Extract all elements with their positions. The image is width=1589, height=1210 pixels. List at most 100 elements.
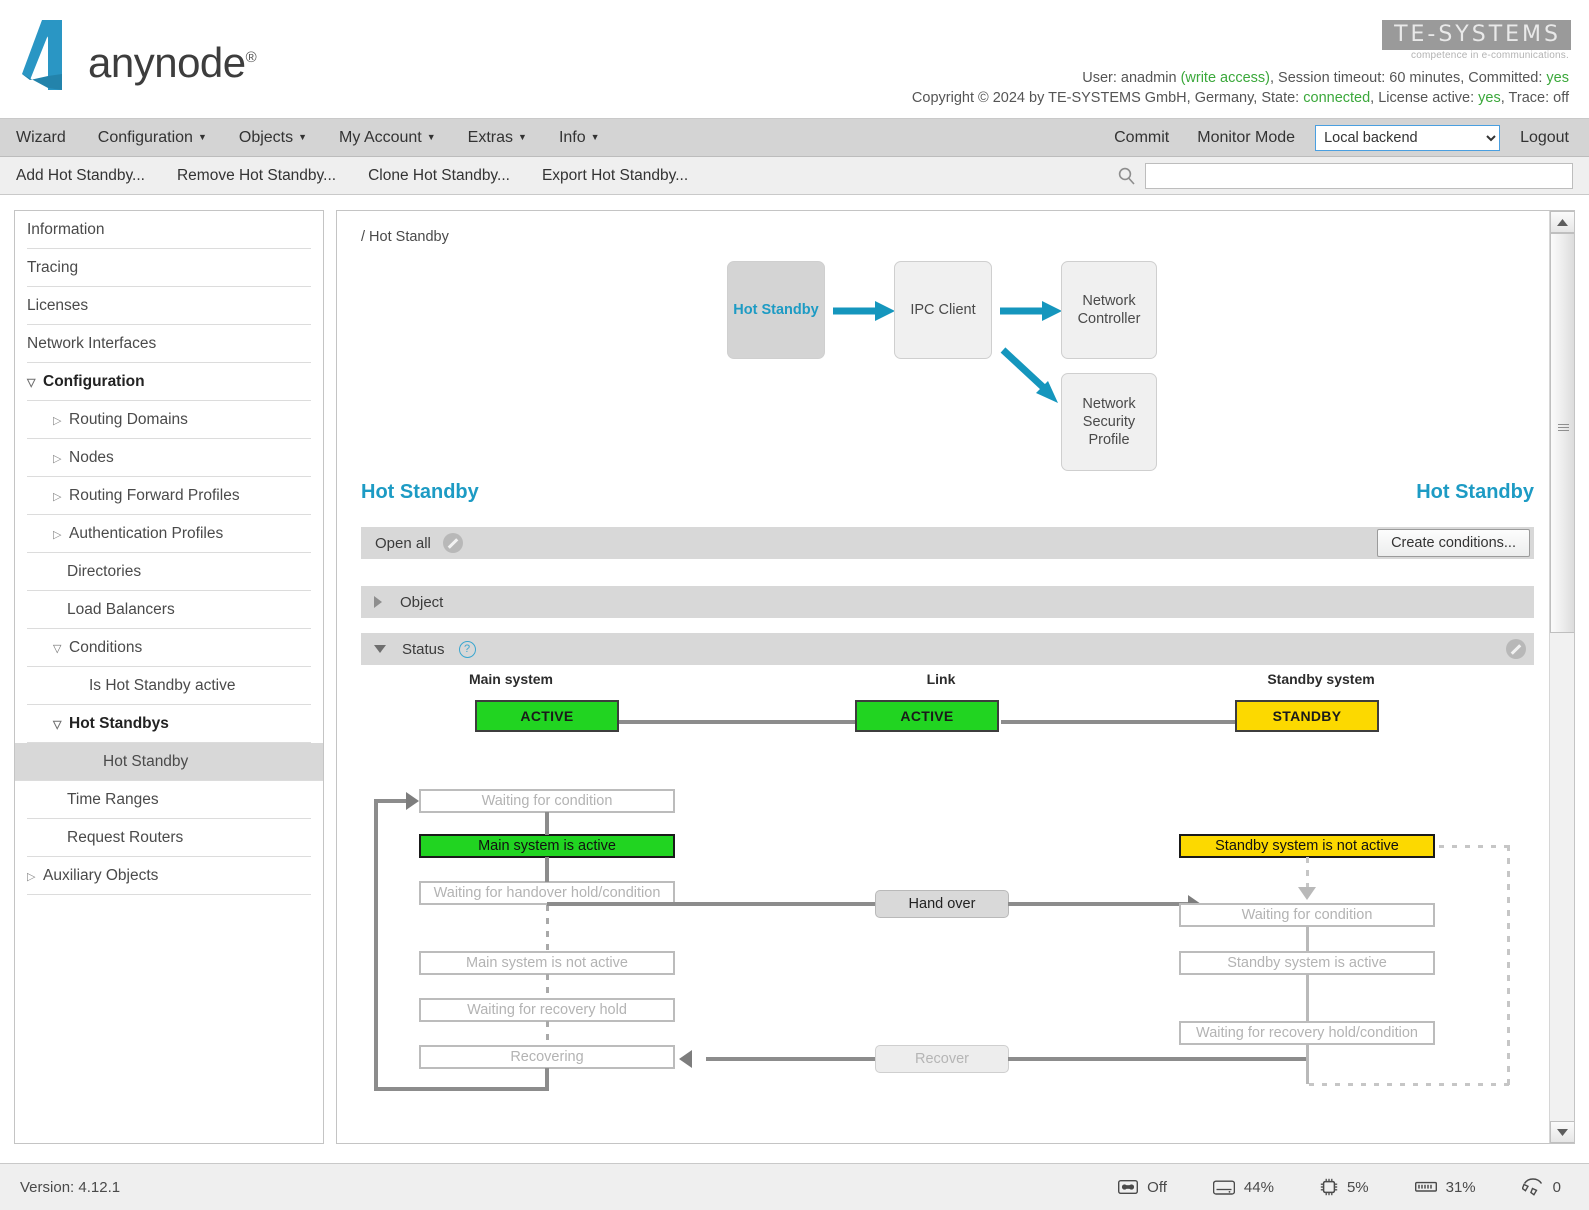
brand-registered: ® [245,49,257,66]
chain-box-label: Network Controller [1077,292,1141,327]
sidebar-item-directories[interactable]: Directories [27,553,311,591]
menu-item-extras[interactable]: Extras ▼ [452,118,543,157]
status-box-main: ACTIVE [475,700,619,732]
sidebar-item-tracing[interactable]: Tracing [27,249,311,287]
twisty-closed-icon[interactable]: ▷ [27,858,43,896]
license-value: yes [1478,90,1501,106]
copyright-prefix: Copyright © 2024 by TE-SYSTEMS GmbH, Ger… [911,90,1304,106]
anynode-wordmark: anynode® [88,39,257,86]
sidebar-item-time-ranges[interactable]: Time Ranges [27,781,311,819]
object-chain-diagram: Hot Standby IPC Client Network Controlle… [337,249,1548,479]
main-panel-scrollbar[interactable] [1549,211,1574,1143]
sidebar-item-auxiliary-objects[interactable]: ▷ Auxiliary Objects [27,857,311,895]
loopback-horizontal-top [374,799,408,803]
twisty-closed-icon[interactable] [374,596,382,608]
sidebar-item-conditions[interactable]: ▽ Conditions [27,629,311,667]
export-hot-standby-button[interactable]: Export Hot Standby... [526,157,704,195]
arrow-right-icon [833,301,895,321]
search-icon[interactable] [1117,166,1137,186]
add-hot-standby-button[interactable]: Add Hot Standby... [0,157,161,195]
main-content-scroll-viewport: / Hot Standby Hot Standby IPC Client Net… [337,211,1548,1143]
state-link-vertical [1306,1044,1309,1084]
section-header-object[interactable]: Object [361,586,1534,618]
twisty-open-icon[interactable]: ▽ [53,706,69,744]
app-header: anynode® TE-SYSTEMS competence in e-comm… [0,0,1589,119]
no-edit-icon[interactable] [442,533,463,553]
sidebar-item-label: Routing Domains [69,411,188,428]
chain-box-ipc-client[interactable]: IPC Client [894,261,992,359]
loopback-vertical-left [374,800,378,1090]
chain-box-hot-standby[interactable]: Hot Standby [727,261,825,359]
twisty-closed-icon[interactable]: ▷ [53,440,69,478]
commit-button[interactable]: Commit [1100,119,1183,157]
section-label-object: Object [400,593,444,611]
menu-item-configuration[interactable]: Configuration ▼ [82,118,223,157]
chevron-down-icon: ▼ [590,132,600,142]
twisty-open-icon[interactable]: ▽ [27,364,43,402]
sidebar-item-is-hot-standby-active[interactable]: Is Hot Standby active [27,667,311,705]
main-content-panel: / Hot Standby Hot Standby IPC Client Net… [336,210,1575,1144]
menu-item-wizard[interactable]: Wizard [0,119,82,157]
menu-item-objects[interactable]: Objects ▼ [223,118,323,157]
scroll-down-button[interactable] [1550,1121,1574,1143]
menu-item-info[interactable]: Info ▼ [543,118,616,157]
stat-cpu: 5% [1320,1178,1369,1196]
state-box-standby-waiting-recovery: Waiting for recovery hold/condition [1179,1021,1435,1045]
status-box-link: ACTIVE [855,700,999,732]
session-info-line: User: anadmin (write access), Session ti… [1082,70,1569,86]
sidebar-item-request-routers[interactable]: Request Routers [27,819,311,857]
handover-line-left [547,902,877,906]
sidebar-item-nodes[interactable]: ▷ Nodes [27,439,311,477]
scroll-up-button[interactable] [1550,211,1574,233]
chain-box-network-security-profile[interactable]: Network Security Profile [1061,373,1157,471]
sidebar-item-routing-forward-profiles[interactable]: ▷ Routing Forward Profiles [27,477,311,515]
sidebar-item-label: Auxiliary Objects [43,867,159,884]
sidebar-item-label: Conditions [69,639,143,656]
sidebar-item-configuration[interactable]: ▽ Configuration [27,363,311,401]
sidebar-item-hot-standby[interactable]: Hot Standby [15,743,323,781]
standby-loop-dotted-right [1507,845,1510,1085]
sidebar-item-licenses[interactable]: Licenses [27,287,311,325]
menu-label: Extras [467,129,514,146]
sidebar-item-label: Hot Standbys [69,715,169,732]
sidebar-item-load-balancers[interactable]: Load Balancers [27,591,311,629]
menu-item-my-account[interactable]: My Account ▼ [323,118,452,157]
sidebar-item-network-interfaces[interactable]: Network Interfaces [27,325,311,363]
sidebar-item-hot-standbys[interactable]: ▽ Hot Standbys [27,705,311,743]
twisty-open-icon[interactable] [374,645,386,653]
remove-hot-standby-button[interactable]: Remove Hot Standby... [161,157,352,195]
version-value: 4.12.1 [78,1178,121,1196]
transition-box-recover: Recover [875,1045,1009,1073]
stat-value: Off [1147,1178,1167,1196]
sidebar-item-authentication-profiles[interactable]: ▷ Authentication Profiles [27,515,311,553]
twisty-closed-icon[interactable]: ▷ [53,402,69,440]
sidebar-item-routing-domains[interactable]: ▷ Routing Domains [27,401,311,439]
twisty-closed-icon[interactable]: ▷ [53,516,69,554]
action-toolbar: Add Hot Standby... Remove Hot Standby...… [0,157,1589,195]
chain-box-network-controller[interactable]: Network Controller [1061,261,1157,359]
backend-select[interactable]: Local backend [1315,125,1501,151]
menu-label: Configuration [97,129,193,146]
twisty-open-icon[interactable]: ▽ [53,630,69,668]
state-box-main-recovering: Recovering [419,1045,675,1069]
brand-product: anynode [88,39,246,86]
chain-box-label: Network Security Profile [1082,395,1136,449]
search-input[interactable] [1145,163,1573,189]
open-all-label[interactable]: Open all [375,535,431,552]
ram-icon [1414,1181,1437,1192]
state-value: connected [1303,90,1371,106]
state-link-dotted [546,1021,549,1045]
create-conditions-button[interactable]: Create conditions... [1377,529,1530,557]
state-box-main-waiting-condition: Waiting for condition [419,789,675,813]
sidebar-item-label: Licenses [27,297,89,314]
twisty-closed-icon[interactable]: ▷ [53,478,69,516]
scrollbar-thumb[interactable] [1550,233,1574,633]
clone-hot-standby-button[interactable]: Clone Hot Standby... [352,157,526,195]
sidebar-item-information[interactable]: Information [27,211,311,249]
logout-button[interactable]: Logout [1506,119,1583,157]
state-link-dotted [546,974,549,998]
status-diagram: Main system Link Standby system ACTIVE A… [361,653,1534,1123]
monitor-mode-button[interactable]: Monitor Mode [1183,119,1309,157]
arrow-down-icon [1298,887,1316,900]
trace-value: , Trace: off [1500,90,1569,106]
